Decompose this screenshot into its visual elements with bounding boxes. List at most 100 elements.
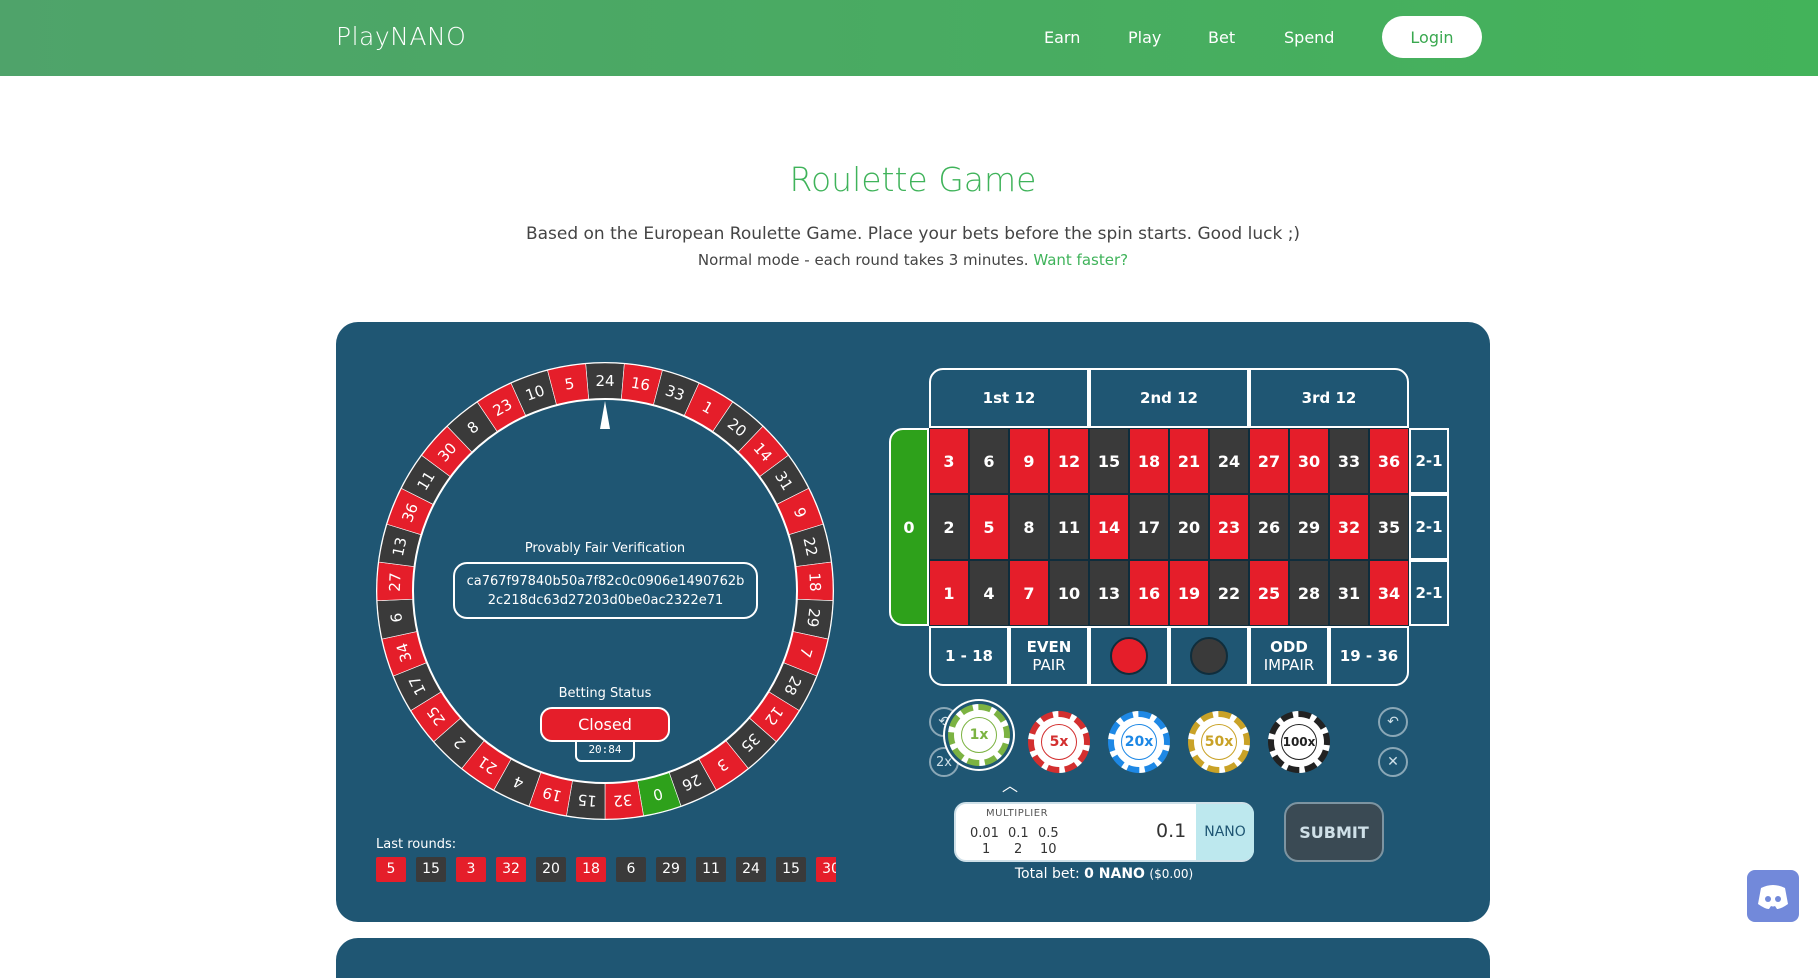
high-bet[interactable]: 19 - 36 <box>1329 626 1409 686</box>
number-bet[interactable]: 14 <box>1089 494 1129 560</box>
last-round-number: 20 <box>536 857 566 882</box>
odd-label: ODD <box>1270 638 1308 656</box>
chip-value: 50x <box>1201 724 1237 760</box>
last-round-number: 24 <box>736 857 766 882</box>
red-circle-icon <box>1110 637 1148 675</box>
chip-100x[interactable]: 100x <box>1268 711 1330 773</box>
number-bet[interactable]: 1 <box>929 560 969 626</box>
discord-icon[interactable] <box>1747 870 1799 922</box>
odd-sub-label: IMPAIR <box>1263 656 1315 674</box>
verification-hash[interactable]: ca767f97840b50a7f82c0c0906e1490762b 2c21… <box>453 562 758 619</box>
number-bet[interactable]: 35 <box>1369 494 1409 560</box>
number-bet[interactable]: 20 <box>1169 494 1209 560</box>
number-bet[interactable]: 16 <box>1129 560 1169 626</box>
dozen-bet[interactable]: 2nd 12 <box>1089 368 1249 428</box>
undo-icon[interactable]: ↶ <box>1378 707 1408 737</box>
number-bet[interactable]: 33 <box>1329 428 1369 494</box>
column-bet[interactable]: 2-1 <box>1409 428 1449 494</box>
last-round-number: 3 <box>456 857 486 882</box>
number-bet[interactable]: 23 <box>1209 494 1249 560</box>
number-bet[interactable]: 22 <box>1209 560 1249 626</box>
multiplier-option-10[interactable]: 10 <box>1040 842 1057 857</box>
nav-bet[interactable]: Bet <box>1208 28 1235 47</box>
number-bet[interactable]: 18 <box>1129 428 1169 494</box>
number-bet[interactable]: 31 <box>1329 560 1369 626</box>
multiplier-option-001[interactable]: 0.01 <box>970 826 999 841</box>
number-bet[interactable]: 13 <box>1089 560 1129 626</box>
currency-unit: NANO <box>1196 804 1254 860</box>
multiplier-option-05[interactable]: 0.5 <box>1038 826 1059 841</box>
number-bet[interactable]: 17 <box>1129 494 1169 560</box>
last-round-number: 15 <box>776 857 806 882</box>
number-bet[interactable]: 11 <box>1049 494 1089 560</box>
nav-spend[interactable]: Spend <box>1284 28 1334 47</box>
chip-value: 20x <box>1121 724 1157 760</box>
wheel-pocket-number: 29 <box>803 607 823 628</box>
number-bet[interactable]: 24 <box>1209 428 1249 494</box>
number-bet[interactable]: 9 <box>1009 428 1049 494</box>
even-label: EVEN <box>1026 638 1072 656</box>
even-sub-label: PAIR <box>1032 656 1066 674</box>
number-bet[interactable]: 26 <box>1249 494 1289 560</box>
chip-20x[interactable]: 20x <box>1108 711 1170 773</box>
last-round-number: 30 <box>816 857 836 882</box>
number-bet[interactable]: 2 <box>929 494 969 560</box>
odd-bet[interactable]: ODD IMPAIR <box>1249 626 1329 686</box>
last-round-number: 5 <box>376 857 406 882</box>
number-bet[interactable]: 3 <box>929 428 969 494</box>
dozen-bet[interactable]: 3rd 12 <box>1249 368 1409 428</box>
number-bet[interactable]: 7 <box>1009 560 1049 626</box>
nav-earn[interactable]: Earn <box>1044 28 1080 47</box>
multiplier-option-2[interactable]: 2 <box>1014 842 1022 857</box>
multiplier-value[interactable]: 0.1 <box>1156 820 1186 842</box>
number-bet[interactable]: 34 <box>1369 560 1409 626</box>
number-bet[interactable]: 12 <box>1049 428 1089 494</box>
number-bet[interactable]: 15 <box>1089 428 1129 494</box>
brand-logo[interactable]: PlayNANO <box>336 22 466 51</box>
chip-value: 100x <box>1281 724 1317 760</box>
last-rounds-list: 5 15 3 32 20 18 6 29 11 24 15 30 <box>376 857 836 883</box>
number-bet[interactable]: 29 <box>1289 494 1329 560</box>
total-bet-amount: 0 NANO <box>1084 866 1145 882</box>
number-bet[interactable]: 32 <box>1329 494 1369 560</box>
number-bet[interactable]: 27 <box>1249 428 1289 494</box>
mode-description: Normal mode - each round takes 3 minutes… <box>0 251 1818 269</box>
chip-5x[interactable]: 5x <box>1028 711 1090 773</box>
chip-50x[interactable]: 50x <box>1188 711 1250 773</box>
number-bet[interactable]: 28 <box>1289 560 1329 626</box>
submit-button[interactable]: SUBMIT <box>1284 802 1384 862</box>
number-bet[interactable]: 5 <box>969 494 1009 560</box>
multiplier-input[interactable]: MULTIPLIER 0.01 0.1 0.5 1 2 10 0.1 NANO <box>954 802 1254 862</box>
number-bet[interactable]: 4 <box>969 560 1009 626</box>
multiplier-option-1[interactable]: 1 <box>982 842 990 857</box>
dozen-bet[interactable]: 1st 12 <box>929 368 1089 428</box>
number-bet[interactable]: 10 <box>1049 560 1089 626</box>
number-bet[interactable]: 36 <box>1369 428 1409 494</box>
even-bet[interactable]: EVEN PAIR <box>1009 626 1089 686</box>
page-title: Roulette Game <box>789 160 1037 199</box>
column-bet[interactable]: 2-1 <box>1409 560 1449 626</box>
number-bet[interactable]: 19 <box>1169 560 1209 626</box>
want-faster-link[interactable]: Want faster? <box>1033 251 1128 269</box>
total-bet-usd: ($0.00) <box>1149 867 1194 881</box>
number-bet[interactable]: 6 <box>969 428 1009 494</box>
number-bet[interactable]: 25 <box>1249 560 1289 626</box>
hash-line-1: ca767f97840b50a7f82c0c0906e1490762b <box>466 574 745 589</box>
low-bet[interactable]: 1 - 18 <box>929 626 1009 686</box>
number-bet[interactable]: 30 <box>1289 428 1329 494</box>
clear-bets-icon[interactable]: ✕ <box>1378 747 1408 777</box>
black-circle-icon <box>1190 637 1228 675</box>
last-round-number: 29 <box>656 857 686 882</box>
number-bet[interactable]: 8 <box>1009 494 1049 560</box>
black-bet[interactable] <box>1169 626 1249 686</box>
column-bet[interactable]: 2-1 <box>1409 494 1449 560</box>
number-bet[interactable]: 21 <box>1169 428 1209 494</box>
red-bet[interactable] <box>1089 626 1169 686</box>
zero-bet[interactable]: 0 <box>889 428 929 626</box>
total-bet-label: Total bet: <box>1014 866 1080 882</box>
nav-play[interactable]: Play <box>1128 28 1161 47</box>
multiplier-option-01[interactable]: 0.1 <box>1008 826 1029 841</box>
login-button[interactable]: Login <box>1382 16 1482 58</box>
chip-1x[interactable]: 1x <box>948 704 1010 766</box>
mode-text: Normal mode - each round takes 3 minutes… <box>697 251 1029 269</box>
